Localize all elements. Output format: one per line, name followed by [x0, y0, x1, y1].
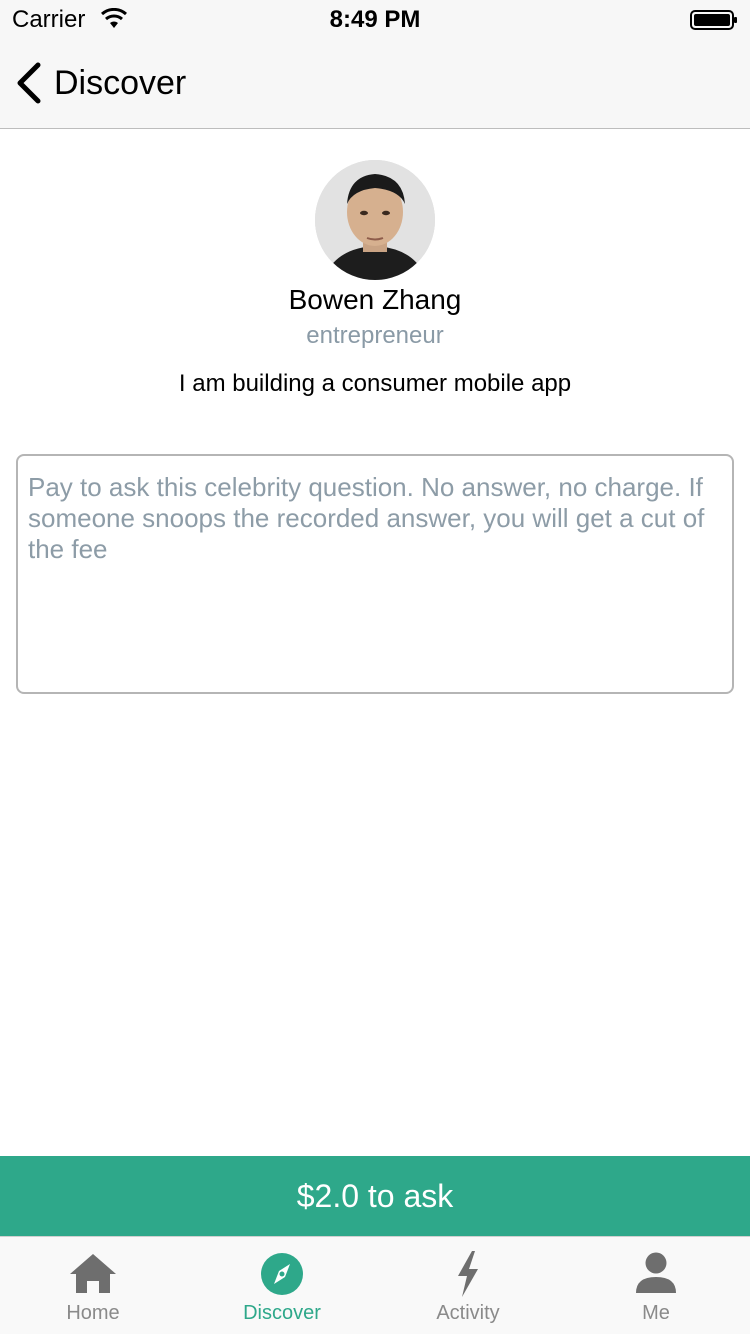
tab-me-label: Me [642, 1302, 670, 1324]
chevron-left-icon [17, 62, 41, 104]
avatar [315, 160, 435, 280]
back-button[interactable]: Discover [12, 58, 186, 108]
ask-button[interactable]: $2.0 to ask [0, 1156, 750, 1236]
avatar-photo [315, 160, 435, 280]
clock: 8:49 PM [329, 6, 421, 33]
profile-name: Bowen Zhang [288, 284, 462, 315]
tab-discover-label: Discover [243, 1302, 321, 1324]
back-label: Discover [54, 63, 187, 102]
status-bar: Carrier 8:49 PM [0, 0, 750, 40]
tab-activity[interactable]: Activity [408, 1237, 528, 1334]
tab-bar: Home Discover Activity Me [0, 1236, 750, 1334]
ask-button-label: $2.0 to ask [296, 1177, 454, 1214]
tab-home[interactable]: Home [33, 1237, 153, 1334]
navigation-bar: Discover [0, 40, 750, 129]
home-icon [70, 1254, 116, 1293]
tab-home-label: Home [66, 1302, 120, 1324]
screen: Carrier 8:49 PM Discover Bowen Zhang ent… [0, 0, 750, 1334]
profile-bio: I am building a consumer mobile app [178, 370, 572, 397]
tab-discover[interactable]: Discover [222, 1237, 342, 1334]
tab-me[interactable]: Me [596, 1237, 716, 1334]
person-icon [636, 1252, 676, 1293]
battery-icon [690, 10, 737, 30]
tab-activity-label: Activity [436, 1302, 500, 1324]
question-input[interactable] [16, 454, 734, 694]
lightning-icon [458, 1251, 478, 1297]
compass-icon [261, 1253, 303, 1295]
profile-title: entrepreneur [306, 322, 444, 349]
